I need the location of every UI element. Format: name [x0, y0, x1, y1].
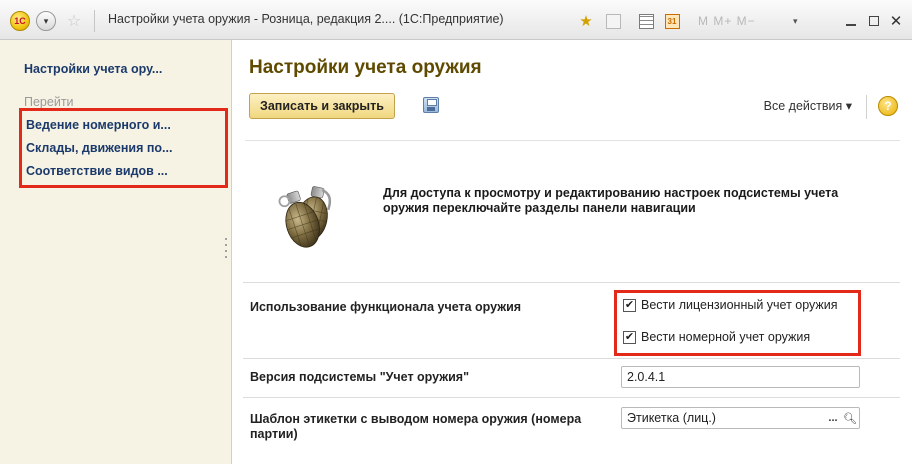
checkbox-label: Вести лицензионный учет оружия [641, 298, 838, 312]
maximize-button[interactable] [866, 10, 882, 32]
help-icon[interactable]: ? [878, 96, 898, 116]
toolbar-separator [866, 95, 867, 119]
subsystem-version-field[interactable]: 2.0.4.1 [621, 366, 860, 388]
numbered-accounting-checkbox[interactable]: ✔ Вести номерной учет оружия [623, 330, 810, 344]
grenade-icon [273, 180, 353, 264]
label-template-label: Шаблон этикетки с выводом номера оружия … [250, 412, 582, 441]
section-divider [243, 358, 900, 359]
nav-link-numbered-accounting[interactable]: Ведение номерного и... [26, 118, 171, 132]
panel-resize-grip[interactable] [224, 236, 228, 260]
calculator-icon[interactable] [636, 10, 656, 32]
checkbox-box[interactable]: ✔ [623, 298, 636, 312]
section-divider [243, 397, 900, 398]
favorite-star-icon[interactable]: ☆ [64, 11, 84, 31]
history-icon[interactable] [603, 10, 623, 32]
page-title: Настройки учета оружия [249, 57, 482, 78]
add-favorite-star-icon[interactable]: ★ [576, 10, 596, 32]
minimize-button[interactable] [843, 10, 859, 32]
navigation-panel: Настройки учета ору... Перейти Ведение н… [0, 40, 232, 464]
open-search-icon[interactable]: 🔍︎ [842, 408, 858, 428]
nav-link-warehouses-movements[interactable]: Склады, движения по... [26, 141, 172, 155]
nav-link-type-correspondence[interactable]: Соответствие видов ... [26, 164, 168, 178]
main-form: Настройки учета оружия Записать и закрыт… [233, 40, 912, 464]
choose-button[interactable]: ... [825, 408, 841, 428]
checkbox-box[interactable]: ✔ [623, 330, 636, 344]
section-divider [243, 282, 900, 283]
subsystem-version-label: Версия подсистемы "Учет оружия" [250, 370, 470, 384]
checkmark-icon: ✔ [624, 330, 635, 343]
checkmark-icon: ✔ [624, 298, 635, 311]
calendar-icon[interactable]: 31 [662, 10, 682, 32]
toolbar-divider [245, 140, 900, 141]
title-separator [94, 10, 95, 32]
1c-logo-icon[interactable]: 1С [10, 11, 30, 31]
checkbox-label: Вести номерной учет оружия [641, 330, 811, 344]
label-template-value: Этикетка (лиц.) [627, 411, 716, 425]
window-title: Настройки учета оружия - Розница, редакц… [108, 12, 504, 26]
save-and-close-button[interactable]: Записать и закрыть [249, 93, 395, 119]
label-template-field[interactable]: Этикетка (лиц.) ... 🔍︎ [621, 407, 860, 429]
window-titlebar: 1С ▾ ☆ Настройки учета оружия - Розница,… [0, 0, 912, 40]
toolbar-dropdown-icon[interactable]: ▾ [793, 10, 798, 32]
functional-usage-label: Использование функционала учета оружия [250, 300, 522, 314]
nav-goto-label: Перейти [24, 95, 74, 109]
close-window-button[interactable]: ✕ [888, 10, 904, 32]
nav-current-item[interactable]: Настройки учета ору... [24, 62, 162, 76]
save-icon[interactable] [423, 97, 439, 113]
main-menu-button[interactable]: ▾ [36, 11, 56, 31]
all-actions-menu[interactable]: Все действия ▾ [764, 98, 852, 113]
info-message: Для доступа к просмотру и редактированию… [383, 186, 839, 215]
license-accounting-checkbox[interactable]: ✔ Вести лицензионный учет оружия [623, 298, 838, 312]
memory-buttons[interactable]: M M+ M− [698, 10, 756, 32]
